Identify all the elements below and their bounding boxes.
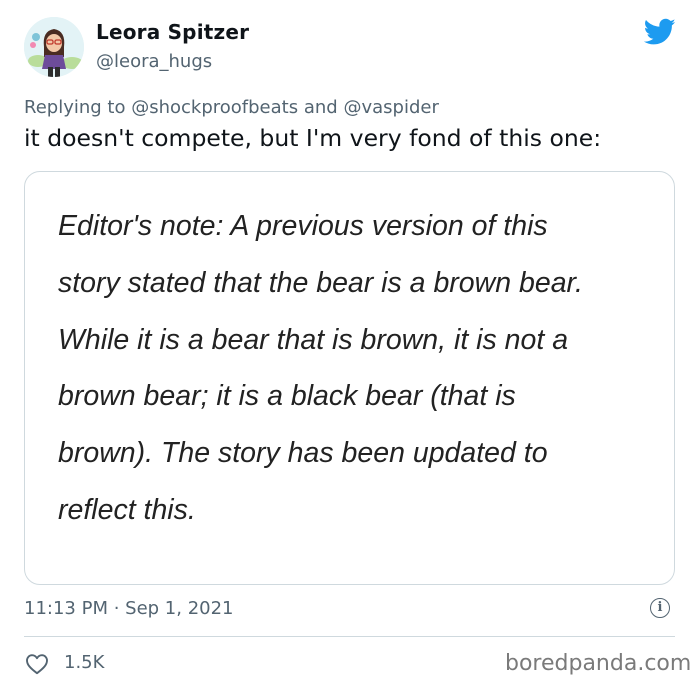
reply-context: Replying to @shockproofbeats and @vaspid… (24, 97, 439, 118)
reply-prefix: Replying to (24, 97, 126, 118)
tweet-text: it doesn't compete, but I'm very fond of… (24, 124, 602, 152)
note-line: reflect this. (58, 493, 196, 526)
like-count[interactable]: 1.5K (64, 652, 104, 673)
author-display-name[interactable]: Leora Spitzer (96, 20, 249, 44)
twitter-bird-icon[interactable] (644, 18, 676, 46)
mention-vaspider[interactable]: @vaspider (343, 97, 438, 118)
tweet-image[interactable]: Editor's note: A previous version of thi… (24, 171, 675, 585)
tweet-timestamp[interactable]: 11:13 PM · Sep 1, 2021 (24, 598, 234, 619)
note-line: brown). The story has been updated to (58, 437, 548, 470)
mention-shockproofbeats[interactable]: @shockproofbeats (131, 97, 298, 118)
note-line: brown bear; it is a black bear (that is (58, 380, 516, 413)
avatar-illustration (24, 17, 84, 77)
editors-note-text: Editor's note: A previous version of thi… (58, 198, 658, 539)
author-handle[interactable]: @leora_hugs (96, 51, 212, 72)
reply-conjunction: and (303, 97, 338, 118)
divider (24, 636, 675, 637)
note-line: story stated that the bear is a brown be… (58, 266, 583, 299)
avatar[interactable] (24, 17, 84, 77)
heart-icon[interactable] (25, 653, 49, 675)
watermark: boredpanda.com (505, 651, 692, 676)
note-line: Editor's note: A previous version of thi… (58, 210, 548, 242)
info-icon[interactable]: i (650, 598, 670, 618)
note-line: While it is a bear that is brown, it is … (58, 323, 569, 356)
